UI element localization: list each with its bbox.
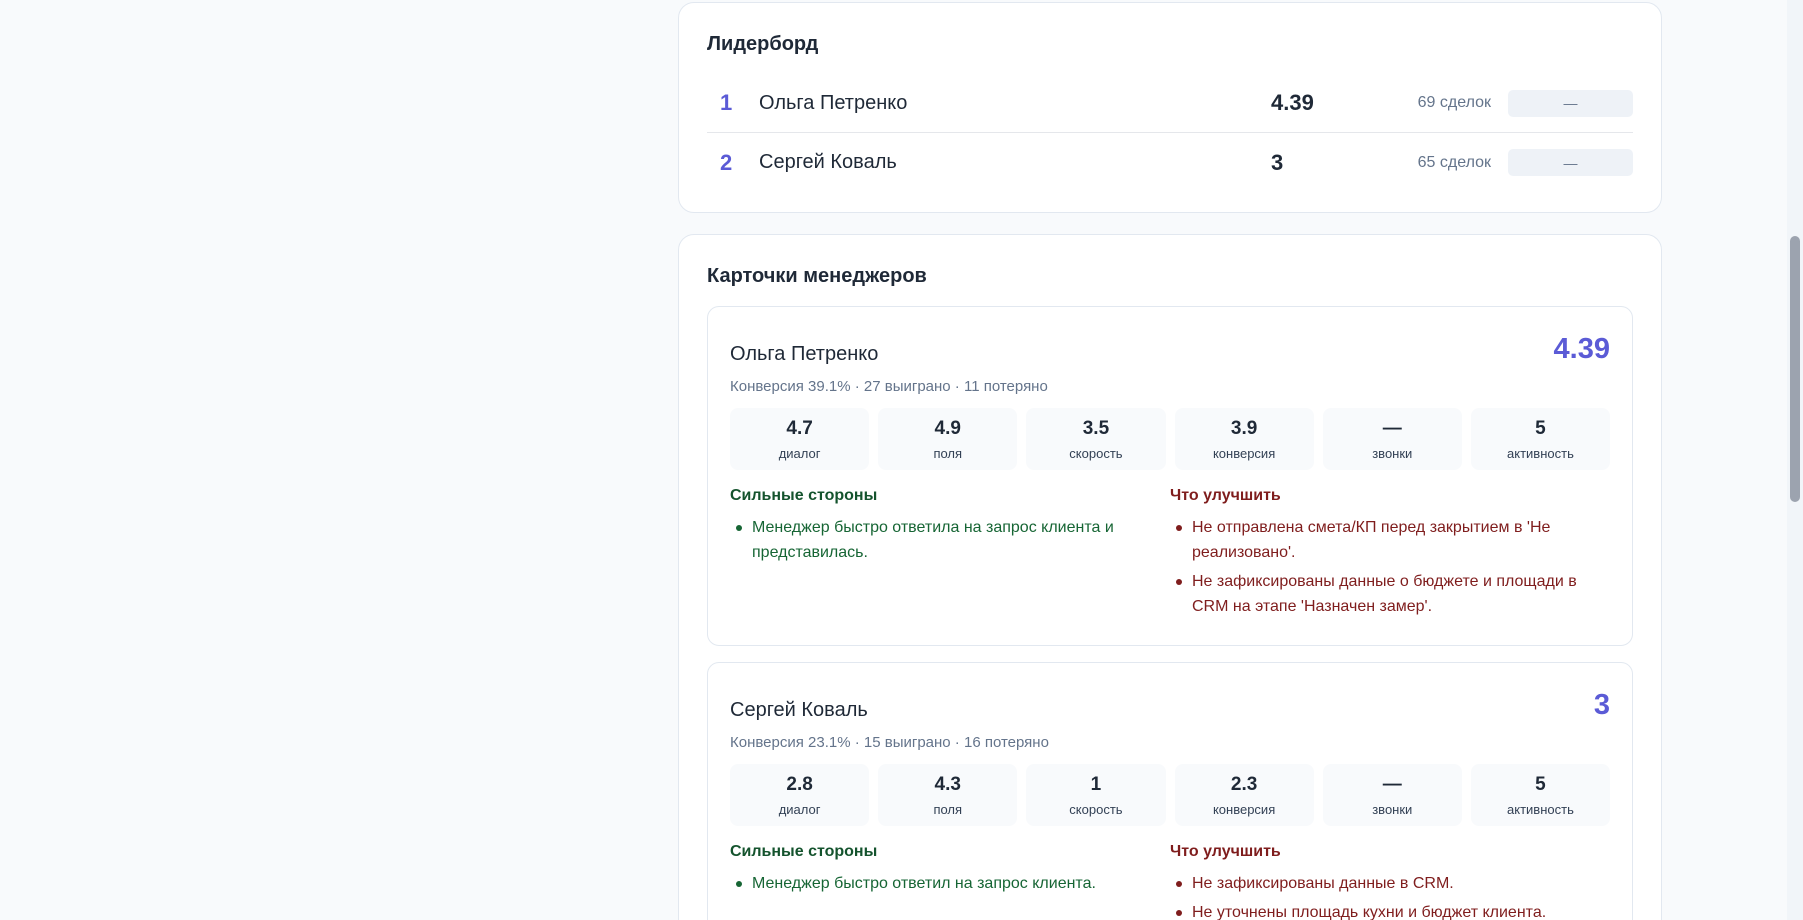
metric-tile: 2.3 конверсия	[1174, 764, 1314, 826]
metric-tile: 3.9 конверсия	[1174, 408, 1314, 470]
scrollbar-thumb[interactable]	[1790, 236, 1800, 502]
main-content: Лидерборд 1 Ольга Петренко 4.39 69 сдело…	[678, 0, 1662, 920]
improvement-item: Не зафиксированы данные о бюджете и площ…	[1170, 569, 1610, 619]
metric-value: 3.5	[1082, 417, 1110, 439]
strengths-title: Сильные стороны	[730, 843, 878, 860]
manager-cards-section: Карточки менеджеров Ольга Петренко 4.39 …	[678, 234, 1662, 920]
vertical-scrollbar[interactable]	[1787, 0, 1803, 920]
metric-tile: 3.5 скорость	[1026, 408, 1166, 470]
metric-label: скорость	[1069, 445, 1123, 461]
metric-value: 1	[1090, 773, 1102, 795]
strengths-title: Сильные стороны	[730, 487, 878, 504]
manager-name: Сергей Коваль	[730, 699, 868, 721]
leaderboard-name: Сергей Коваль	[759, 151, 897, 173]
improvement-item: Не зафиксированы данные в CRM.	[1170, 871, 1610, 896]
leaderboard-extra-badge: —	[1508, 149, 1633, 176]
improvement-item: Не уточнены площадь кухни и бюджет клиен…	[1170, 900, 1610, 920]
metric-tile: 5 активность	[1470, 408, 1611, 470]
metric-tile: 2.8 диалог	[730, 764, 870, 826]
manager-conversion-summary: Конверсия 39.1% · 27 выиграно · 11 потер…	[730, 378, 1048, 395]
strength-item: Менеджер быстро ответила на запрос клиен…	[730, 515, 1170, 565]
metric-label: конверсия	[1212, 445, 1276, 461]
metric-tile: 4.7 диалог	[730, 408, 870, 470]
manager-name: Ольга Петренко	[730, 343, 879, 365]
improvements-title: Что улучшить	[1170, 487, 1281, 504]
metric-label: скорость	[1069, 801, 1123, 817]
metric-value: 2.3	[1230, 773, 1258, 795]
strength-item: Менеджер быстро ответил на запрос клиент…	[730, 871, 1170, 896]
manager-conversion-summary: Конверсия 23.1% · 15 выиграно · 16 потер…	[730, 734, 1049, 751]
metric-value: —	[1382, 417, 1402, 439]
manager-score: 4.39	[1553, 333, 1610, 365]
metric-value: 4.3	[934, 773, 961, 795]
improvements-column: Что улучшить Не отправлена смета/КП пере…	[1170, 487, 1610, 623]
metric-label: звонки	[1372, 801, 1413, 817]
metric-value: 5	[1535, 417, 1546, 439]
leaderboard-title: Лидерборд	[707, 33, 819, 55]
metric-tile: 4.9 поля	[878, 408, 1018, 470]
leaderboard-card: Лидерборд 1 Ольга Петренко 4.39 69 сдело…	[678, 2, 1662, 213]
metric-label: звонки	[1372, 445, 1413, 461]
metric-value: 2.8	[786, 773, 813, 795]
metric-label: диалог	[778, 445, 821, 461]
strengths-column: Сильные стороны Менеджер быстро ответил …	[730, 843, 1170, 920]
metric-value: —	[1382, 773, 1402, 795]
metric-value: 3.9	[1230, 417, 1258, 439]
metric-label: поля	[933, 801, 963, 817]
leaderboard-rank: 2	[720, 149, 733, 175]
metric-tile: 4.3 поля	[878, 764, 1018, 826]
metric-tile: — звонки	[1322, 764, 1462, 826]
metric-label: активность	[1507, 445, 1574, 461]
metric-label: конверсия	[1212, 801, 1276, 817]
metrics-row: 4.7 диалог 4.9 поля 3.5 скорость 3.9 конверс…	[730, 408, 1611, 470]
improvements-column: Что улучшить Не зафиксированы данные в C…	[1170, 843, 1610, 920]
leaderboard-score: 4.39	[1271, 90, 1314, 115]
metric-label: активность	[1507, 801, 1574, 817]
metric-tile: 5 активность	[1470, 764, 1611, 826]
leaderboard-row[interactable]: 2 Сергей Коваль 3 65 сделок —	[707, 133, 1633, 192]
metric-tile: — звонки	[1322, 408, 1462, 470]
managers-title: Карточки менеджеров	[707, 265, 927, 287]
leaderboard-extra-badge: —	[1508, 89, 1633, 117]
metrics-row: 2.8 диалог 4.3 поля 1 скорость 2.3 конверсия…	[730, 764, 1611, 826]
manager-score: 3	[1593, 689, 1610, 721]
metric-value: 4.9	[934, 417, 961, 439]
leaderboard-deals: 69 сделок	[1417, 94, 1491, 111]
leaderboard-score: 3	[1271, 149, 1284, 175]
manager-card: Сергей Коваль 3 Конверсия 23.1% · 15 выи…	[707, 662, 1633, 920]
manager-card: Ольга Петренко 4.39 Конверсия 39.1% · 27…	[707, 306, 1633, 646]
improvement-item: Не отправлена смета/КП перед закрытием в…	[1170, 515, 1610, 565]
metric-value: 5	[1535, 773, 1546, 795]
metric-label: диалог	[778, 801, 821, 817]
improvements-title: Что улучшить	[1170, 843, 1281, 860]
leaderboard-row[interactable]: 1 Ольга Петренко 4.39 69 сделок —	[707, 74, 1633, 133]
leaderboard-deals: 65 сделок	[1417, 153, 1491, 171]
metric-label: поля	[933, 445, 963, 461]
metric-tile: 1 скорость	[1026, 764, 1166, 826]
leaderboard-name: Ольга Петренко	[759, 91, 908, 114]
leaderboard-rank: 1	[720, 90, 733, 115]
metric-value: 4.7	[786, 417, 813, 439]
strengths-column: Сильные стороны Менеджер быстро ответила…	[730, 487, 1170, 623]
page-viewport: Лидерборд 1 Ольга Петренко 4.39 69 сдело…	[0, 0, 1803, 920]
